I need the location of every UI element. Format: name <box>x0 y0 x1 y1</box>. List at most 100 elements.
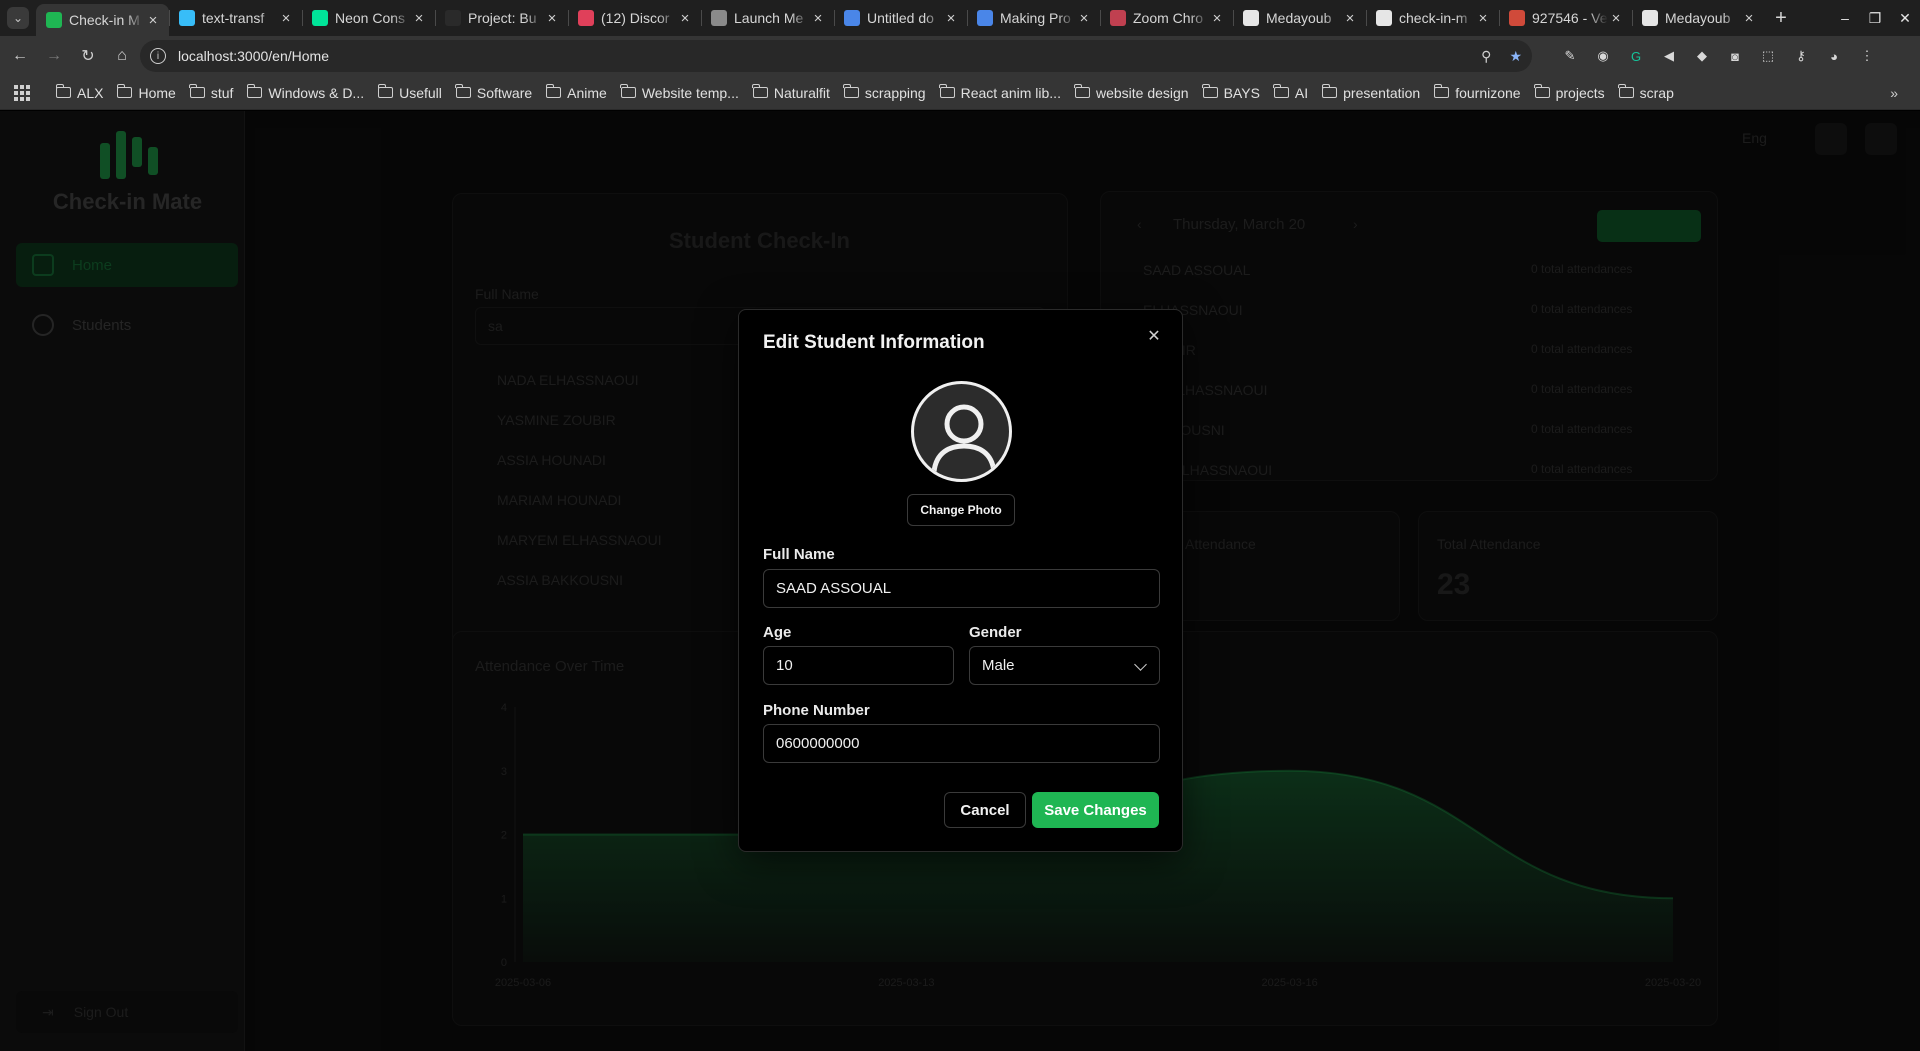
folder-icon <box>116 84 133 98</box>
bookmark-item[interactable]: Windows & D... <box>246 84 365 101</box>
bookmark-label: Home <box>138 84 176 101</box>
age-field[interactable]: 10 <box>763 646 954 685</box>
extension-icon-2[interactable]: ◉ <box>1593 46 1613 66</box>
browser-tab[interactable]: Zoom Chro × <box>1100 0 1233 36</box>
bookmark-item[interactable]: ALX <box>55 84 103 101</box>
browser-tab[interactable]: Medayoub × <box>1632 0 1765 36</box>
bookmark-item[interactable]: Software <box>455 84 532 101</box>
tab-favicon-icon <box>1642 10 1658 26</box>
bookmark-item[interactable]: AI <box>1273 84 1309 101</box>
bookmark-label: Anime <box>567 84 607 101</box>
tab-close-icon[interactable]: × <box>544 10 560 27</box>
bookmark-item[interactable]: website design <box>1074 84 1189 101</box>
bookmark-item[interactable]: projects <box>1534 84 1605 101</box>
folder-icon <box>1074 84 1090 98</box>
tab-close-icon[interactable]: × <box>1608 10 1624 27</box>
bookmark-item[interactable]: Usefull <box>377 84 442 101</box>
bookmark-star-icon[interactable]: ★ <box>1509 48 1522 65</box>
bookmark-item[interactable]: scrapping <box>843 84 926 101</box>
tab-favicon-icon <box>312 10 328 26</box>
folder-icon <box>620 84 636 98</box>
forward-icon[interactable]: → <box>40 42 68 70</box>
tab-close-icon[interactable]: × <box>1475 10 1491 27</box>
phone-field[interactable]: 0600000000 <box>763 724 1160 763</box>
apps-grid-icon[interactable] <box>14 84 30 101</box>
back-icon[interactable]: ← <box>6 42 34 70</box>
save-changes-button[interactable]: Save Changes <box>1032 792 1159 828</box>
close-icon[interactable]: ✕ <box>1144 326 1164 346</box>
browser-tab[interactable]: Untitled do × <box>834 0 967 36</box>
tab-close-icon[interactable]: × <box>677 10 693 27</box>
home-icon[interactable]: ⌂ <box>108 42 136 70</box>
minimize-icon[interactable]: – <box>1830 10 1860 26</box>
bookmark-item[interactable]: fournizone <box>1433 84 1521 101</box>
address-bar[interactable]: i localhost:3000/en/Home ⚲ ★ <box>140 40 1532 72</box>
browser-tab[interactable]: text-transf × <box>169 0 302 36</box>
bookmark-item[interactable]: Anime <box>545 84 607 101</box>
folder-icon <box>1202 84 1218 98</box>
bookmarks-overflow-icon[interactable]: » <box>1890 85 1898 101</box>
tab-close-icon[interactable]: × <box>1342 10 1358 27</box>
tab-close-icon[interactable]: × <box>810 10 826 27</box>
tab-close-icon[interactable]: × <box>145 12 161 29</box>
browser-tab[interactable]: Check-in M × <box>36 4 169 36</box>
user-avatar-icon <box>931 404 997 475</box>
tab-favicon-icon <box>711 10 727 26</box>
tab-title: Making Pro <box>1000 10 1071 26</box>
camera-icon[interactable]: ◙ <box>1725 46 1745 66</box>
browser-tab[interactable]: (12) Discor × <box>568 0 701 36</box>
tab-close-icon[interactable]: × <box>1076 10 1092 27</box>
profile-avatar-icon[interactable]: ◕ <box>1824 46 1844 66</box>
tab-close-icon[interactable]: × <box>943 10 959 27</box>
bookmark-item[interactable]: React anim lib... <box>939 84 1061 101</box>
extensions-puzzle-icon[interactable]: ⬚ <box>1758 46 1778 66</box>
bookmark-item[interactable]: presentation <box>1321 84 1420 101</box>
bookmark-label: Windows & D... <box>268 84 365 101</box>
password-key-icon[interactable]: ⚷ <box>1791 46 1811 66</box>
browser-tab[interactable]: Launch Me × <box>701 0 834 36</box>
gender-label: Gender <box>969 624 1022 641</box>
tab-search-button[interactable]: ⌄ <box>0 0 36 36</box>
browser-tab[interactable]: 927546 - Ve × <box>1499 0 1632 36</box>
menu-kebab-icon[interactable]: ⋮ <box>1857 46 1877 66</box>
bookmark-item[interactable]: scrap <box>1618 84 1674 101</box>
bookmark-label: scrap <box>1639 84 1674 101</box>
tab-favicon-icon <box>1110 10 1126 26</box>
tab-close-icon[interactable]: × <box>1741 10 1757 27</box>
browser-tab[interactable]: Medayoub × <box>1233 0 1366 36</box>
new-tab-button[interactable]: + <box>1765 7 1797 30</box>
tab-favicon-icon <box>179 10 195 26</box>
browser-tab[interactable]: check-in-m × <box>1366 0 1499 36</box>
gender-select[interactable]: Male <box>969 646 1160 685</box>
bookmark-item[interactable]: Home <box>116 84 176 101</box>
tab-close-icon[interactable]: × <box>411 10 427 27</box>
browser-tab[interactable]: Project: Bu × <box>435 0 568 36</box>
full-name-field[interactable]: SAAD ASSOUAL <box>763 569 1160 608</box>
tab-close-icon[interactable]: × <box>1209 10 1225 27</box>
bookmark-item[interactable]: stuf <box>189 84 233 101</box>
site-info-icon[interactable]: i <box>150 48 166 64</box>
browser-tab[interactable]: Neon Cons × <box>302 0 435 36</box>
cancel-button[interactable]: Cancel <box>944 792 1026 828</box>
tab-close-icon[interactable]: × <box>278 10 294 27</box>
folder-icon <box>1534 84 1550 98</box>
zoom-icon[interactable]: ⚲ <box>1481 48 1491 65</box>
restore-icon[interactable]: ❐ <box>1860 10 1890 27</box>
bookmark-item[interactable]: Naturalfit <box>752 84 830 101</box>
bookmark-label: AI <box>1294 84 1309 101</box>
extension-icon-1[interactable]: ✎ <box>1560 46 1580 66</box>
bookmark-label: React anim lib... <box>960 84 1061 101</box>
phone-label: Phone Number <box>763 702 870 719</box>
change-photo-button[interactable]: Change Photo <box>907 494 1015 526</box>
url-text: localhost:3000/en/Home <box>178 48 329 64</box>
bookmarks-bar: ALX Home stuf Windows & D... Usefull Software… <box>0 76 1920 110</box>
grammarly-icon[interactable]: G <box>1626 46 1646 66</box>
extension-icon-4[interactable]: ◀ <box>1659 46 1679 66</box>
full-name-label: Full Name <box>763 546 835 563</box>
bookmark-item[interactable]: BAYS <box>1202 84 1260 101</box>
reload-icon[interactable]: ↻ <box>74 42 102 70</box>
bookmark-item[interactable]: Website temp... <box>620 84 739 101</box>
close-window-icon[interactable]: ✕ <box>1890 10 1920 27</box>
browser-tab[interactable]: Making Pro × <box>967 0 1100 36</box>
extension-icon-5[interactable]: ◆ <box>1692 46 1712 66</box>
